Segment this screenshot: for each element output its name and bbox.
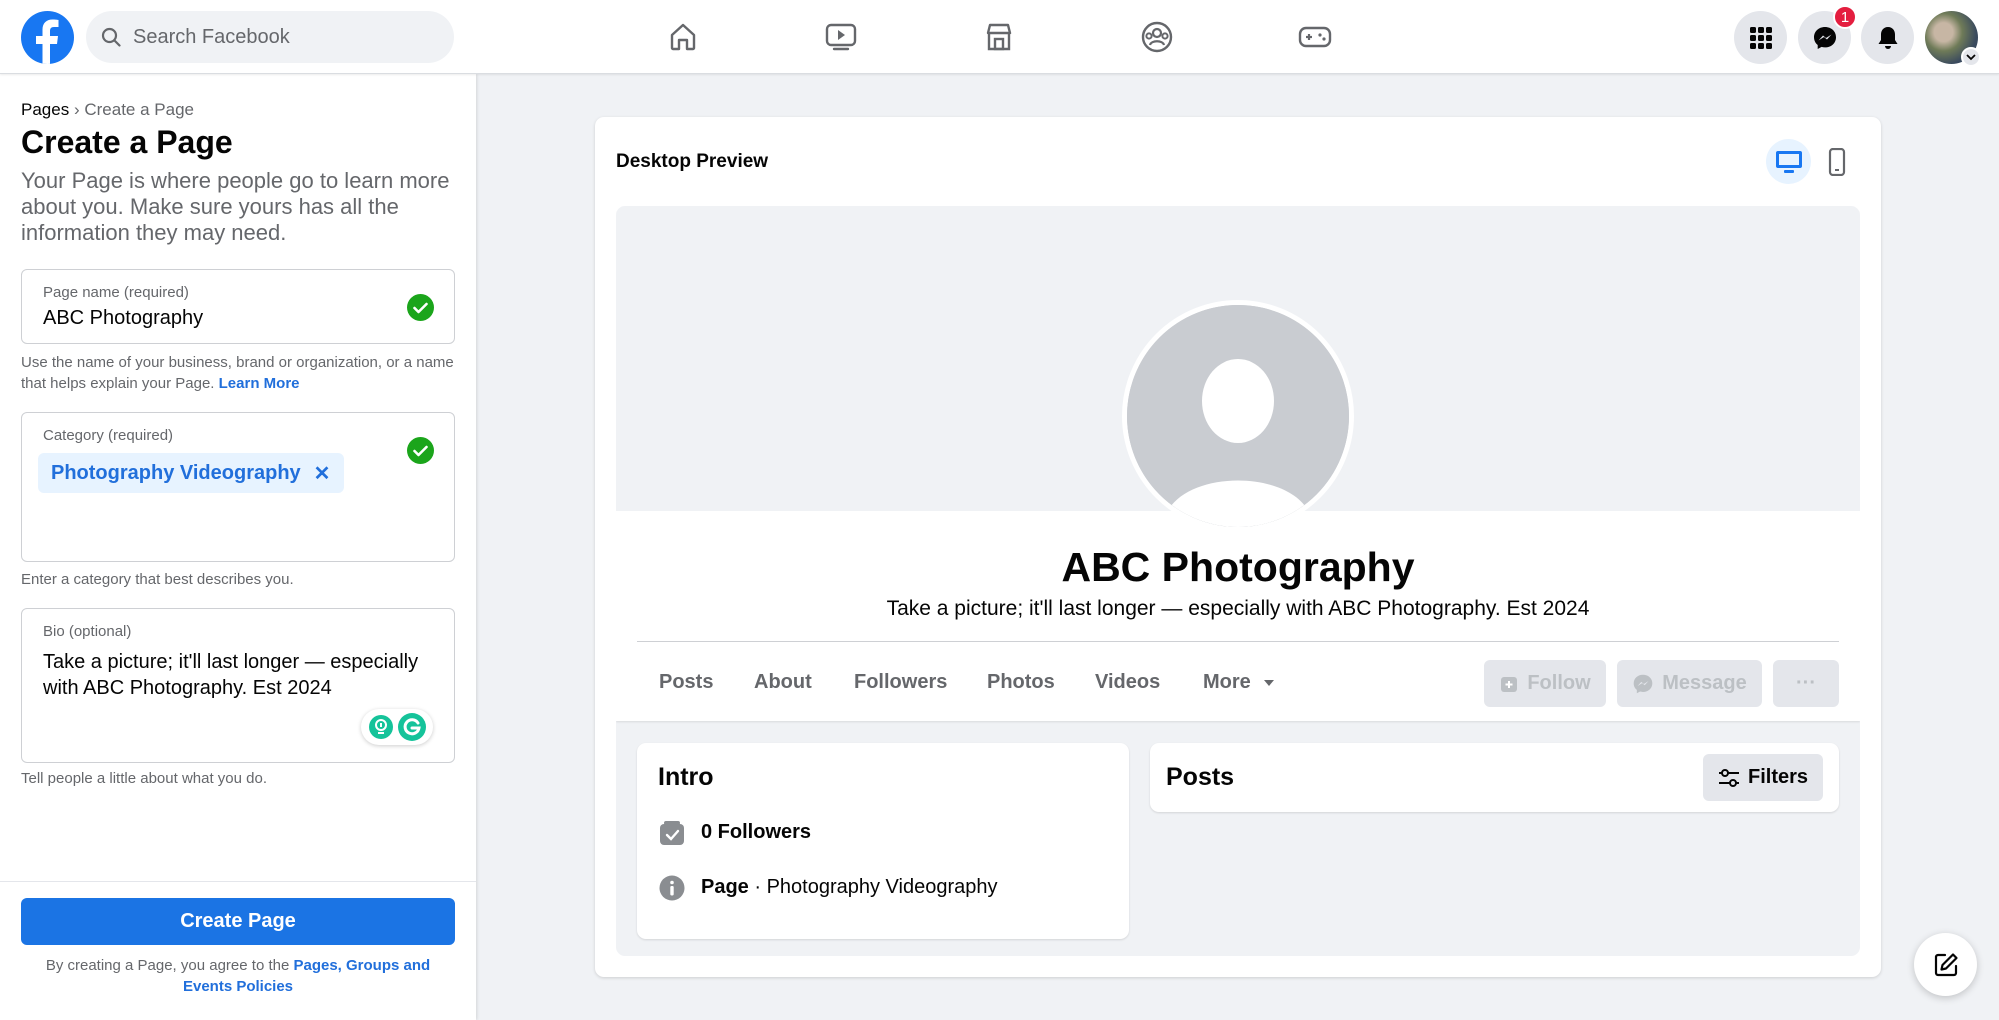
bio-field[interactable]: Bio (optional) Take a picture; it'll las… bbox=[21, 608, 455, 763]
breadcrumb-pages-link[interactable]: Pages bbox=[21, 100, 69, 119]
filters-icon bbox=[1718, 768, 1739, 787]
tab-followers[interactable]: Followers bbox=[854, 671, 947, 694]
desktop-icon bbox=[1775, 150, 1802, 173]
facebook-f-icon bbox=[36, 19, 59, 64]
page-title: Create a Page bbox=[21, 124, 233, 160]
grammarly-widget[interactable] bbox=[361, 709, 433, 745]
breadcrumb-separator: › bbox=[73, 100, 80, 119]
filters-label: Filters bbox=[1747, 766, 1809, 788]
mobile-icon bbox=[1828, 147, 1845, 176]
preview-page-name: ABC Photography bbox=[1061, 544, 1415, 590]
tab-more[interactable]: More bbox=[1203, 671, 1275, 694]
intro-title: Intro bbox=[658, 763, 714, 791]
followers-count: 0 Followers bbox=[701, 821, 812, 843]
intro-card: Intro 0 Followers Page · Photography Vid… bbox=[637, 743, 1129, 939]
follow-icon bbox=[1501, 676, 1518, 692]
posts-title: Posts bbox=[1166, 763, 1235, 791]
category-helper: Enter a category that best describes you… bbox=[21, 571, 294, 588]
category-field[interactable]: Category (required) Photography Videogra… bbox=[21, 412, 455, 562]
bio-label: Bio (optional) bbox=[43, 623, 132, 640]
lightbulb-icon bbox=[368, 715, 393, 739]
marketplace-icon[interactable] bbox=[977, 16, 1021, 58]
preview-page-bio: Take a picture; it'll last longer — espe… bbox=[886, 597, 1590, 620]
follow-button[interactable]: Follow bbox=[1484, 660, 1606, 707]
compose-icon bbox=[1934, 952, 1958, 976]
category-chip: Photography Videography ✕ bbox=[38, 453, 345, 493]
bio-textarea[interactable]: Take a picture; it'll last longer — espe… bbox=[43, 649, 423, 701]
groups-icon[interactable] bbox=[1135, 16, 1179, 58]
terms-text: By creating a Page, you agree to the bbox=[45, 957, 290, 974]
desktop-view-button[interactable] bbox=[1766, 139, 1811, 184]
breadcrumb-current: Create a Page bbox=[84, 100, 194, 119]
search-box[interactable] bbox=[86, 11, 454, 63]
desktop-preview-card: Desktop Preview ABC Photography Take a p bbox=[595, 117, 1881, 977]
gaming-icon[interactable] bbox=[1293, 16, 1337, 58]
tab-posts[interactable]: Posts bbox=[659, 671, 713, 694]
tab-more-label: More bbox=[1203, 671, 1251, 693]
check-icon bbox=[407, 294, 434, 321]
filters-button[interactable]: Filters bbox=[1703, 754, 1823, 801]
top-navigation-bar: 1 bbox=[0, 0, 1999, 74]
message-label: Message bbox=[1662, 672, 1747, 694]
page-name-helper: Use the name of your business, brand or … bbox=[21, 352, 461, 394]
terms-notice: By creating a Page, you agree to the Pag… bbox=[21, 955, 455, 997]
page-category-row: Page · Photography Videography bbox=[658, 874, 998, 901]
default-avatar-icon bbox=[1127, 305, 1349, 527]
menu-button[interactable] bbox=[1734, 11, 1787, 64]
divider bbox=[637, 641, 1839, 642]
page-category-text: · Photography Videography bbox=[748, 876, 998, 898]
info-icon bbox=[658, 874, 685, 901]
posts-card: Posts Filters bbox=[1150, 743, 1839, 812]
search-input[interactable] bbox=[133, 25, 433, 49]
profile-avatar[interactable] bbox=[1925, 11, 1981, 67]
bell-icon bbox=[1878, 26, 1897, 49]
mobile-view-button[interactable] bbox=[1814, 139, 1859, 184]
messenger-button[interactable]: 1 bbox=[1798, 5, 1857, 64]
search-icon bbox=[101, 27, 121, 47]
grid-menu-icon bbox=[1749, 26, 1772, 49]
notification-badge: 1 bbox=[1833, 5, 1857, 29]
breadcrumb: Pages › Create a Page bbox=[21, 100, 194, 120]
caret-down-icon bbox=[1263, 679, 1274, 686]
category-label: Category (required) bbox=[43, 427, 174, 444]
tab-photos[interactable]: Photos bbox=[987, 671, 1055, 694]
facebook-logo[interactable] bbox=[21, 11, 74, 64]
category-chip-label: Photography Videography bbox=[51, 461, 301, 484]
watch-icon[interactable] bbox=[819, 16, 863, 58]
page-type-label: Page bbox=[701, 876, 749, 898]
message-button[interactable]: Message bbox=[1617, 660, 1762, 707]
create-page-button[interactable]: Create Page bbox=[21, 898, 455, 945]
bio-helper: Tell people a little about what you do. bbox=[21, 770, 267, 787]
home-icon[interactable] bbox=[661, 16, 705, 58]
followers-icon bbox=[658, 819, 685, 846]
check-icon bbox=[407, 437, 434, 464]
messenger-icon bbox=[1813, 26, 1836, 49]
page-preview: ABC Photography Take a picture; it'll la… bbox=[616, 206, 1860, 956]
learn-more-link[interactable]: Learn More bbox=[219, 375, 300, 392]
chevron-down-icon bbox=[1961, 47, 1981, 67]
grammarly-icon bbox=[397, 713, 426, 741]
notifications-button[interactable] bbox=[1861, 11, 1914, 64]
preview-title: Desktop Preview bbox=[616, 151, 769, 172]
profile-picture bbox=[1122, 300, 1354, 532]
tab-videos[interactable]: Videos bbox=[1095, 671, 1160, 694]
tab-about[interactable]: About bbox=[754, 671, 812, 694]
more-options-button[interactable]: ··· bbox=[1773, 660, 1839, 707]
follow-label: Follow bbox=[1527, 672, 1591, 694]
page-subtitle: Your Page is where people go to learn mo… bbox=[21, 168, 450, 245]
form-footer: Create Page By creating a Page, you agre… bbox=[0, 881, 476, 1020]
remove-category-icon[interactable]: ✕ bbox=[314, 461, 331, 486]
page-name-field[interactable]: Page name (required) ABC Photography bbox=[21, 269, 455, 344]
create-page-panel: Pages › Create a Page Create a Page Your… bbox=[0, 74, 476, 1020]
messenger-icon bbox=[1633, 674, 1653, 693]
page-name-label: Page name (required) bbox=[43, 284, 189, 301]
followers-row: 0 Followers bbox=[658, 819, 811, 846]
preview-header: ABC Photography Take a picture; it'll la… bbox=[616, 206, 1860, 721]
page-name-input[interactable]: ABC Photography bbox=[43, 307, 203, 330]
new-message-button[interactable] bbox=[1914, 933, 1977, 996]
